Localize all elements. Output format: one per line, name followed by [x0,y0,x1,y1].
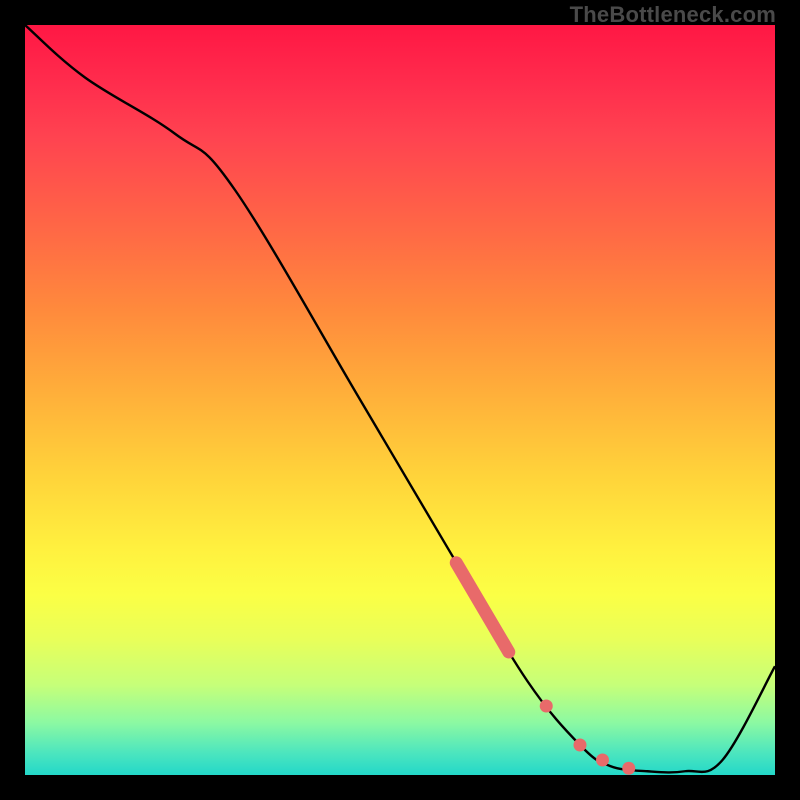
chart-background [25,25,775,775]
watermark-text: TheBottleneck.com [570,2,776,28]
